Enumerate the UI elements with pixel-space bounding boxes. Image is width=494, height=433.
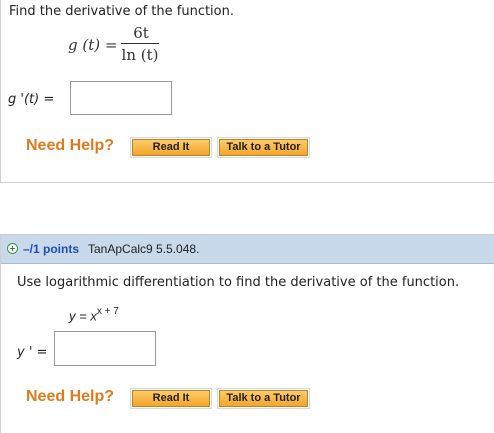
question-panel-1: Find the derivative of the function. g (… — [0, 0, 494, 183]
question-panel-2: –/1 points TanApCalc9 5.5.048. Use logar… — [0, 234, 494, 433]
read-it-button[interactable]: Read It — [130, 388, 212, 409]
question-header: –/1 points TanApCalc9 5.5.048. — [1, 235, 494, 264]
equation-exponent: x + 7 — [96, 306, 119, 317]
equation-base: y = x — [69, 308, 97, 324]
fraction-numerator: 6t — [133, 24, 149, 42]
plus-circle-icon[interactable] — [7, 243, 18, 254]
read-it-button[interactable]: Read It — [130, 137, 212, 158]
question-prompt: Use logarithmic differentiation to find … — [17, 275, 460, 290]
question-prompt: Find the derivative of the function. — [9, 4, 234, 19]
points-label: –/1 points — [23, 242, 80, 256]
talk-to-tutor-button[interactable]: Talk to a Tutor — [217, 388, 310, 409]
talk-to-tutor-button[interactable]: Talk to a Tutor — [217, 137, 310, 158]
answer-label: y ' = — [17, 345, 48, 360]
need-help-label: Need Help? — [26, 137, 115, 154]
function-lhs: g (t) = — [68, 36, 118, 54]
question-source: TanApCalc9 5.5.048. — [88, 242, 200, 256]
answer-input[interactable] — [54, 331, 156, 366]
answer-label: g '(t) = — [8, 92, 55, 107]
fraction-denominator: ln (t) — [121, 46, 159, 64]
need-help-label: Need Help? — [26, 388, 115, 405]
answer-input[interactable] — [70, 81, 172, 115]
equation: y = xx + 7 — [69, 306, 119, 324]
fraction-bar — [121, 43, 159, 44]
